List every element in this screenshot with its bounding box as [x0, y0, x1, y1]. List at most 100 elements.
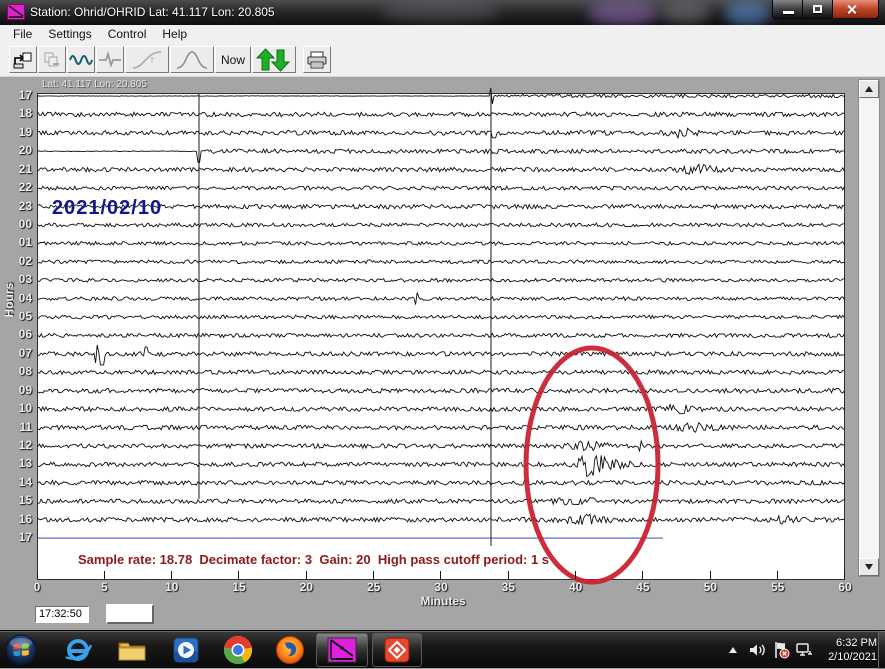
helicorder-plot[interactable]: 2021/02/10 Sample rate: 18.78 Decimate f…	[37, 93, 845, 580]
x-axis-tick	[171, 571, 172, 579]
minimize-button[interactable]	[772, 0, 803, 19]
network-button[interactable]	[794, 640, 814, 660]
taskbar-media-player-button[interactable]	[170, 634, 202, 666]
x-axis-tick	[508, 571, 509, 579]
seismic-trace-row	[38, 405, 844, 414]
x-axis-tick	[440, 571, 441, 579]
scrollbar-down-button[interactable]	[859, 558, 879, 576]
toolbar: Now	[0, 43, 885, 77]
x-axis-tick	[104, 571, 105, 579]
menu-item-help[interactable]: Help	[154, 26, 195, 43]
menu-item-control[interactable]: Control	[100, 26, 155, 43]
x-axis-tick-label: 35	[491, 580, 525, 594]
hour-label: 22	[4, 180, 32, 194]
show-desktop-button[interactable]	[878, 631, 885, 669]
current-time-field[interactable]: 17:32:50	[35, 606, 89, 623]
copy-button[interactable]	[38, 46, 66, 73]
gaussian-filter-button[interactable]	[170, 46, 214, 73]
hour-label: 15	[4, 493, 32, 507]
x-axis-tick	[642, 571, 643, 579]
x-axis-tick-label: 0	[20, 580, 54, 594]
volume-button[interactable]	[748, 640, 768, 660]
copy-icon	[41, 50, 63, 70]
scrollbar-up-button[interactable]	[859, 80, 879, 98]
seismic-trace-row	[38, 128, 844, 138]
seismic-trace-row	[38, 481, 844, 486]
vertical-scrollbar[interactable]	[858, 79, 880, 577]
taskbar-explorer-button[interactable]	[116, 634, 148, 666]
chrome-icon	[223, 635, 253, 665]
hour-label: 07	[4, 346, 32, 360]
print-button[interactable]	[303, 46, 331, 73]
seismic-trace-row	[38, 149, 844, 162]
aero-blur-blob	[380, 2, 500, 24]
open-file-button[interactable]	[9, 46, 37, 73]
hour-label: 11	[4, 420, 32, 434]
taskbar-firefox-button[interactable]	[274, 634, 306, 666]
seismic-trace-row	[38, 223, 844, 227]
hour-label: 23	[4, 199, 32, 213]
taskbar-red-app-button[interactable]	[372, 633, 422, 667]
seismic-trace-row	[38, 498, 844, 506]
menu-item-settings[interactable]: Settings	[40, 26, 99, 43]
seismic-trace-row	[38, 88, 844, 104]
seismic-trace-row	[38, 388, 844, 393]
menu-item-file[interactable]: File	[5, 26, 40, 43]
hour-label: 16	[4, 512, 32, 526]
now-button[interactable]: Now	[215, 46, 251, 73]
maximize-button[interactable]	[803, 0, 832, 19]
chevron-down-icon	[865, 564, 873, 570]
minimize-icon	[783, 11, 794, 14]
blank-input-box[interactable]	[106, 604, 154, 624]
taskbar-chrome-button[interactable]	[222, 634, 254, 666]
taskbar-ie-button[interactable]	[62, 634, 94, 666]
close-button[interactable]	[832, 0, 879, 19]
red-app-icon	[383, 636, 411, 664]
seismic-trace-row	[38, 112, 844, 117]
x-axis-tick	[844, 571, 845, 579]
filter-response-button[interactable]	[125, 46, 169, 73]
app-icon	[7, 4, 25, 20]
start-orb-icon	[5, 634, 37, 666]
spike-trace-icon	[98, 50, 122, 70]
x-axis-tick	[306, 571, 307, 579]
hour-label: 18	[4, 106, 32, 120]
taskbar-seismic-app-button[interactable]	[316, 633, 368, 667]
x-axis-title: Minutes	[408, 594, 478, 608]
seismic-trace-row	[38, 455, 844, 476]
seismic-trace-row	[38, 370, 844, 374]
bell-curve-icon	[175, 49, 209, 71]
hour-label: 02	[4, 254, 32, 268]
x-axis-tick	[777, 571, 778, 579]
action-center-button[interactable]	[771, 640, 791, 660]
hour-label: 14	[4, 475, 32, 489]
internet-explorer-icon	[63, 635, 93, 665]
title-bar: Station: Ohrid/OHRID Lat: 41.117 Lon: 20…	[0, 0, 885, 25]
printer-icon	[306, 50, 328, 70]
hour-label: 19	[4, 125, 32, 139]
aero-blur-blob	[588, 0, 658, 25]
chevron-up-icon	[865, 86, 873, 92]
start-button[interactable]	[5, 634, 37, 666]
scroll-hours-button[interactable]	[252, 46, 296, 73]
taskbar-clock[interactable]: 6:32 PM 2/10/2021	[813, 636, 877, 664]
x-axis-tick	[575, 571, 576, 579]
clock-date: 2/10/2021	[813, 650, 877, 664]
firefox-icon	[275, 635, 305, 665]
network-icon	[795, 642, 813, 658]
hidden-icons-button[interactable]	[726, 644, 740, 656]
x-axis-tick	[710, 571, 711, 579]
x-axis-tick-label: 15	[222, 580, 256, 594]
seismic-trace-row	[38, 278, 844, 282]
seismic-trace-row	[38, 164, 844, 174]
folder-icon	[116, 636, 148, 664]
x-axis-tick-label: 10	[155, 580, 189, 594]
hour-label: 17	[4, 88, 32, 102]
spike-display-button[interactable]	[96, 46, 124, 73]
helicorder-traces	[38, 94, 846, 581]
waveform-display-button[interactable]	[67, 46, 95, 73]
hour-label: 20	[4, 143, 32, 157]
x-axis-tick-label: 45	[626, 580, 660, 594]
latlon-overlay-label: Lat: 41.117 Lon: 20.805	[42, 79, 147, 90]
hour-label: 10	[4, 401, 32, 415]
